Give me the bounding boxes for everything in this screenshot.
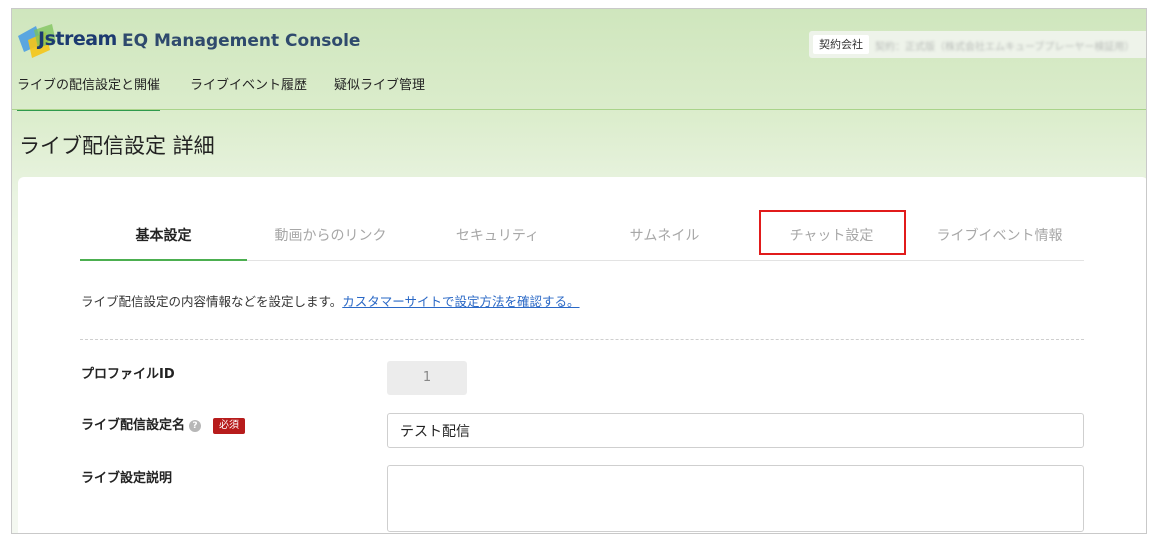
config-name-input[interactable]	[387, 413, 1084, 448]
app-window: Jstream EQ Management Console 契約会社 契約：正式…	[11, 8, 1147, 534]
help-icon[interactable]: ?	[189, 420, 202, 432]
required-badge: 必須	[213, 418, 246, 434]
tab-thumbnail[interactable]: サムネイル	[581, 207, 748, 261]
top-nav: ライブの配信設定と開催 ライブイベント履歴 疑似ライブ管理	[12, 75, 1146, 111]
contract-value: 契約：正式版（株式会社エムキューブプレーヤー検証用）	[875, 42, 1135, 53]
nav-item-live-event-history[interactable]: ライブイベント履歴	[190, 75, 307, 111]
name-label-row: ライブ配信設定名? 必須	[81, 414, 246, 434]
description-text: ライブ配信設定の内容情報などを設定します。	[81, 294, 343, 309]
customer-site-link[interactable]: カスタマーサイトで設定方法を確認する。	[342, 294, 579, 309]
description-textarea[interactable]	[387, 465, 1084, 532]
description: ライブ配信設定の内容情報などを設定します。カスタマーサイトで設定方法を確認する。	[81, 291, 580, 310]
nav-item-pseudo-live[interactable]: 疑似ライブ管理	[334, 75, 425, 111]
settings-card: 基本設定 動画からのリンク セキュリティ サムネイル チャット設定 ライブイベン…	[18, 177, 1146, 533]
section-divider	[80, 339, 1084, 340]
description-label: ライブ設定説明	[81, 471, 173, 486]
nav-item-live-settings[interactable]: ライブの配信設定と開催	[17, 75, 161, 111]
profile-id-value: 1	[387, 361, 467, 395]
settings-tabs: 基本設定 動画からのリンク セキュリティ サムネイル チャット設定 ライブイベン…	[80, 207, 1084, 261]
tab-live-event-info[interactable]: ライブイベント情報	[915, 207, 1084, 261]
nav-divider	[12, 109, 1146, 110]
app-title: EQ Management Console	[122, 31, 361, 51]
tab-video-link[interactable]: 動画からのリンク	[247, 207, 414, 261]
tab-security[interactable]: セキュリティ	[414, 207, 581, 261]
contract-info: 契約会社 契約：正式版（株式会社エムキューブプレーヤー検証用）	[809, 31, 1146, 58]
tab-chat-settings[interactable]: チャット設定	[748, 207, 915, 261]
page-title: ライブ配信設定 詳細	[19, 134, 215, 158]
contract-label: 契約会社	[813, 35, 869, 54]
tab-basic-settings[interactable]: 基本設定	[80, 207, 247, 261]
profile-id-label: プロファイルID	[81, 367, 175, 382]
app-header: Jstream EQ Management Console 契約会社 契約：正式…	[12, 9, 1146, 75]
logo-text: Jstream	[38, 28, 117, 50]
name-label: ライブ配信設定名	[81, 418, 186, 433]
